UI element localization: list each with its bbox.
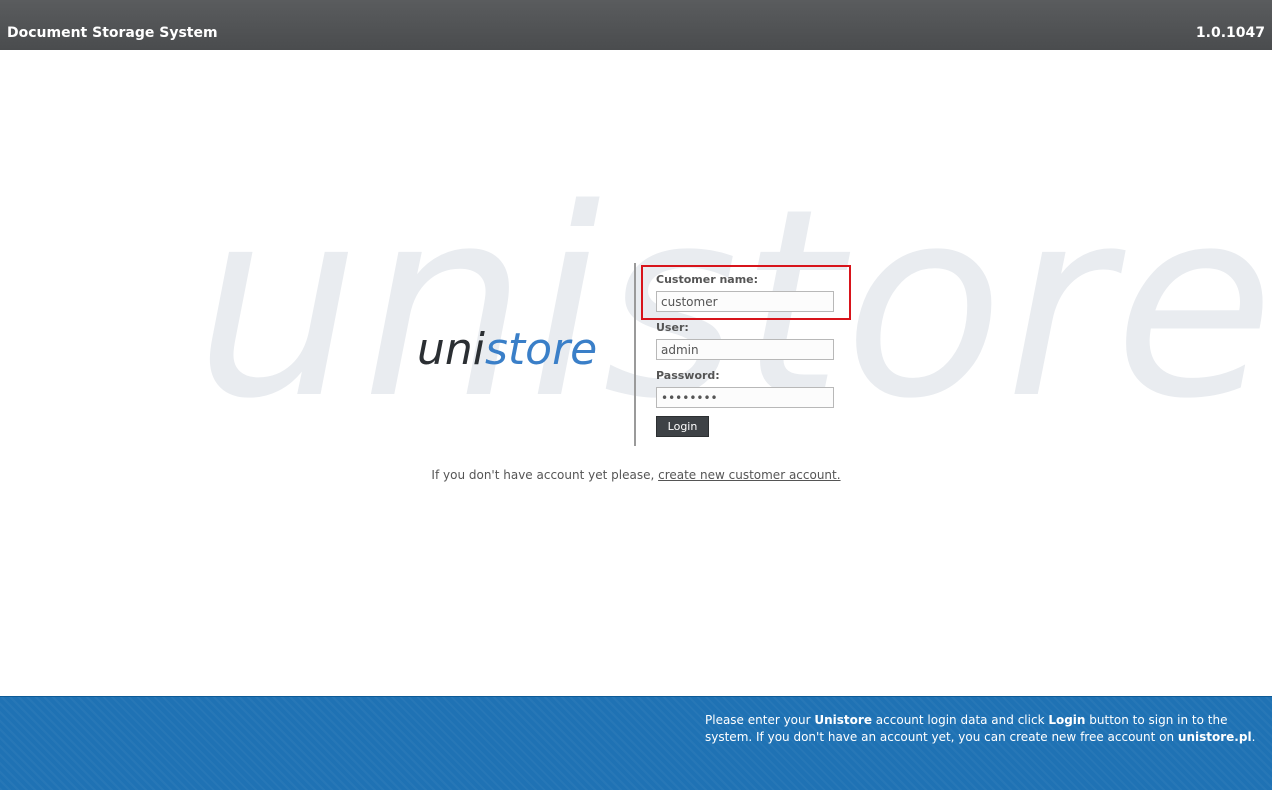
signup-prompt-text: If you don't have account yet please, <box>431 468 655 482</box>
user-label: User: <box>656 321 689 334</box>
footer-instructions: Please enter your Unistore account login… <box>705 712 1260 746</box>
footer-text-4: . <box>1251 730 1256 744</box>
create-account-link[interactable]: create new customer account. <box>658 468 840 482</box>
login-button[interactable]: Login <box>656 416 709 437</box>
unistore-logo: unistore <box>417 328 597 372</box>
password-label: Password: <box>656 369 720 382</box>
logo-part-uni: uni <box>417 324 485 375</box>
footer-text-1: Please enter your <box>705 713 815 727</box>
app-title: Document Storage System <box>7 25 218 41</box>
user-input[interactable] <box>656 339 834 360</box>
customer-name-label: Customer name: <box>656 273 759 286</box>
password-input[interactable] <box>656 387 834 408</box>
form-divider <box>634 263 636 446</box>
top-bar: Document Storage System 1.0.1047 <box>0 0 1272 50</box>
customer-name-input[interactable] <box>656 291 834 312</box>
logo-part-store: store <box>485 324 598 375</box>
footer-site: unistore.pl <box>1177 730 1252 744</box>
app-version: 1.0.1047 <box>1195 25 1265 41</box>
footer-login-word: Login <box>1048 713 1086 727</box>
footer-brand: Unistore <box>814 713 872 727</box>
signup-prompt: If you don't have account yet please, cr… <box>0 468 1272 482</box>
footer-text-2: account login data and click <box>871 713 1049 727</box>
footer-bar: Please enter your Unistore account login… <box>0 696 1272 790</box>
